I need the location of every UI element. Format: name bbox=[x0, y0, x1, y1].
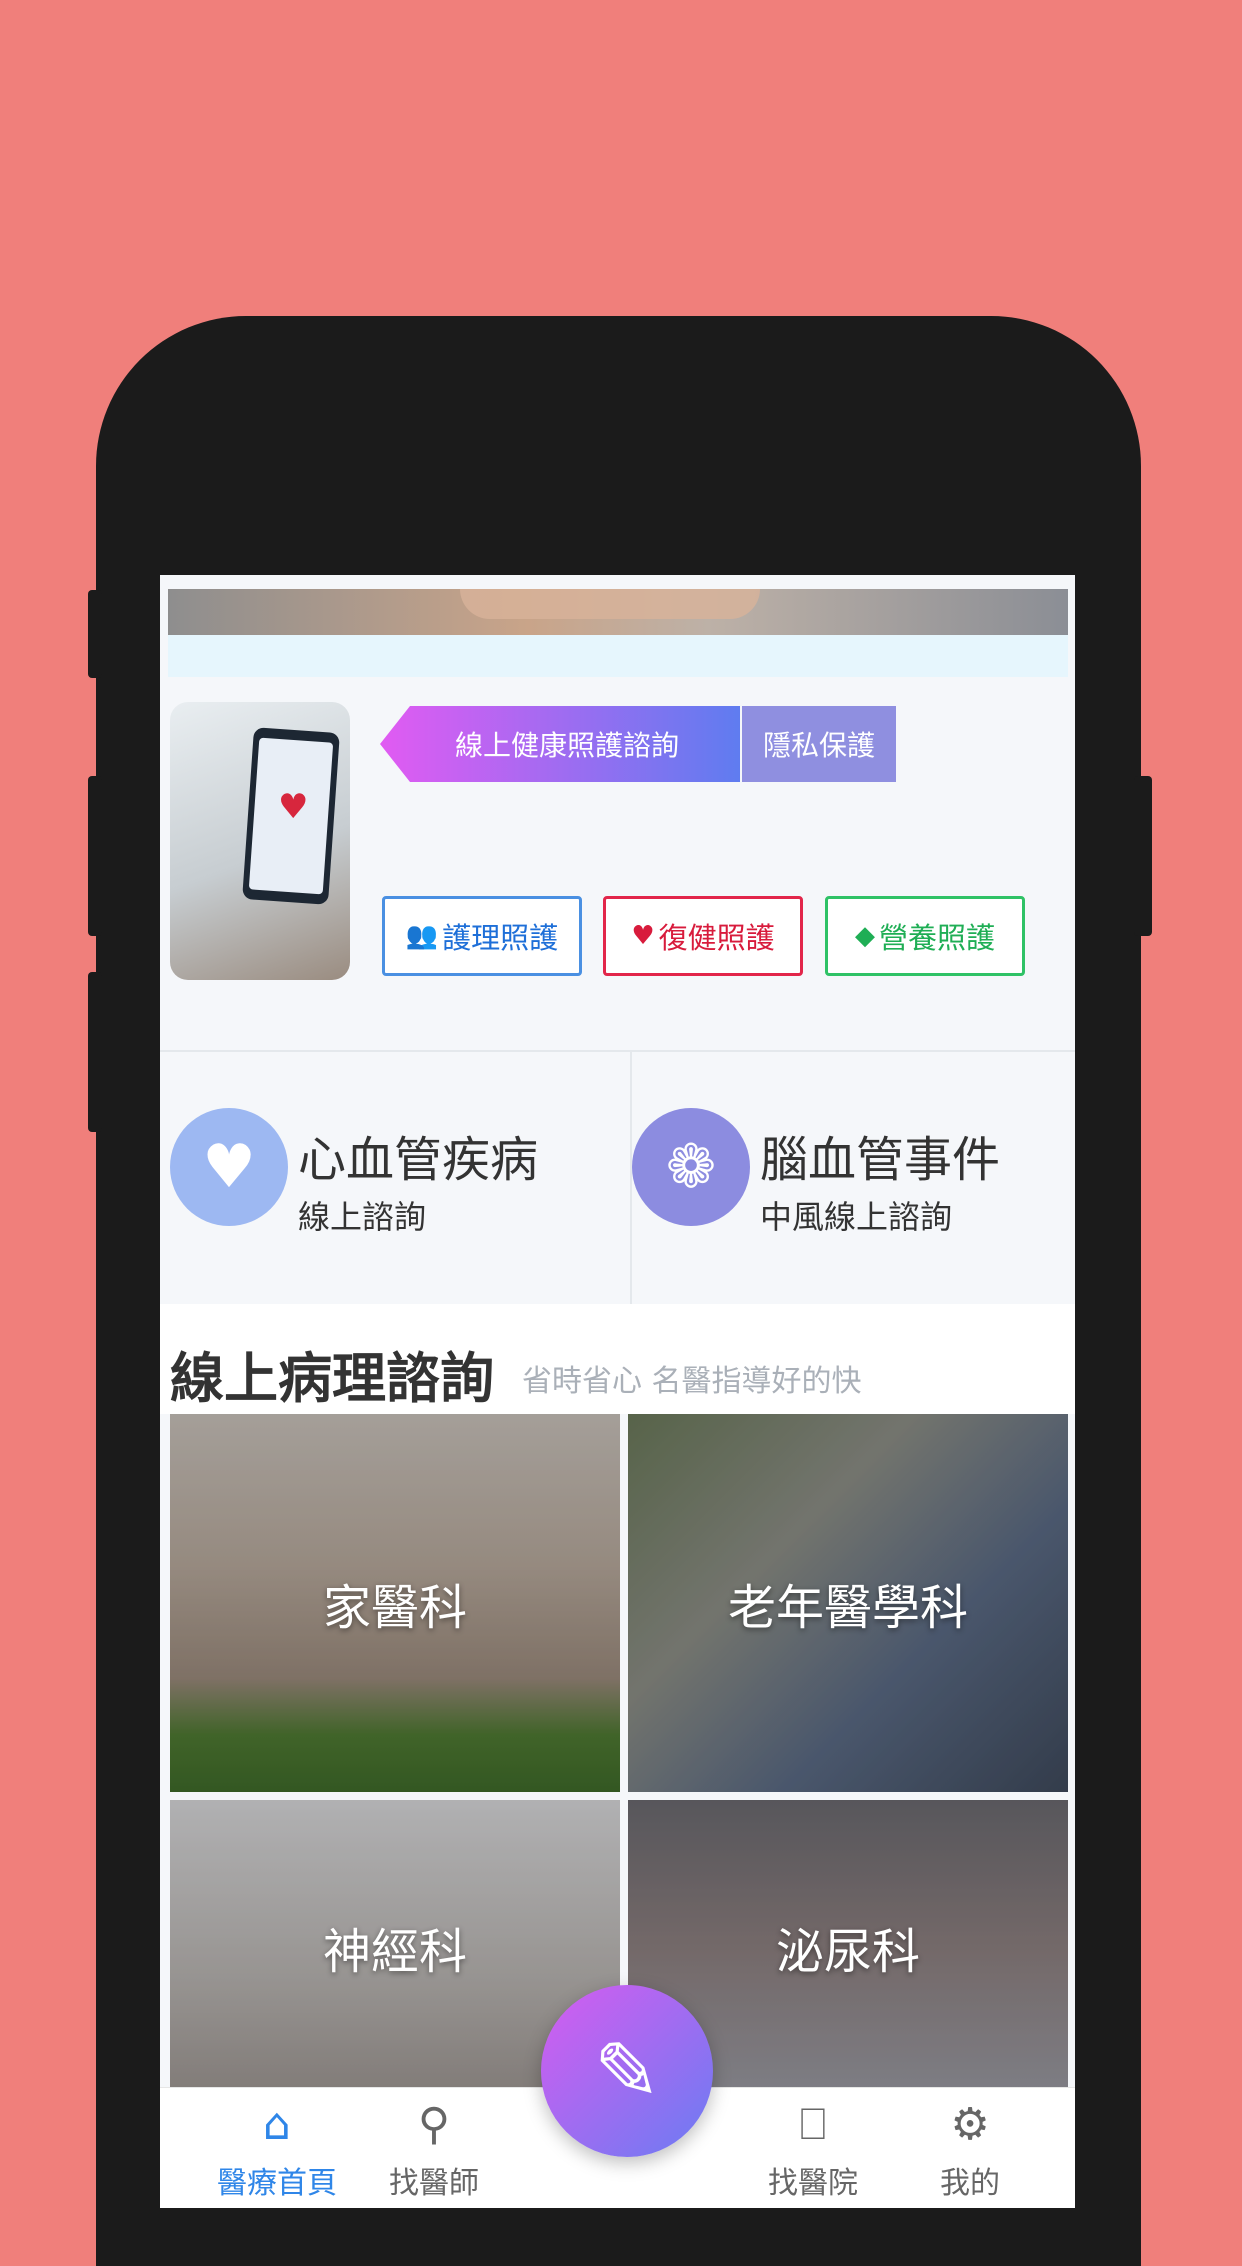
side-button-volume-down bbox=[88, 972, 102, 1132]
heart-icon: ♥ bbox=[278, 787, 309, 827]
feature-subtitle: 中風線上諮詢 bbox=[760, 1198, 953, 1236]
heart-icon: ♥ bbox=[631, 921, 655, 951]
feature-title: 腦血管事件 bbox=[760, 1132, 1001, 1188]
tag-label: 營養照護 bbox=[878, 921, 995, 955]
side-button-volume-up bbox=[88, 776, 102, 936]
nav-label: 我的 bbox=[940, 2166, 1000, 2201]
department-label: 家醫科 bbox=[322, 1580, 467, 1636]
tag-nutrition-care[interactable]: ◆ 營養照護 bbox=[825, 896, 1025, 976]
bookmark-icon: ⎕ bbox=[799, 2099, 827, 2150]
section-title: 線上病理諮詢 bbox=[170, 1347, 494, 1410]
department-tile-geriatrics[interactable]: 老年醫學科 bbox=[628, 1414, 1068, 1792]
tag-nursing-care[interactable]: 👥 護理照護 bbox=[382, 896, 582, 976]
online-care-ribbon[interactable]: 線上健康照護諮詢 bbox=[380, 706, 740, 782]
side-button-mute bbox=[88, 590, 102, 678]
department-tile-family-medicine[interactable]: 家醫科 bbox=[170, 1414, 620, 1792]
department-label: 泌尿科 bbox=[775, 1924, 920, 1980]
nav-item-find-hospital[interactable]: ⎕ 找醫院 bbox=[738, 2088, 888, 2208]
feature-subtitle: 線上諮詢 bbox=[298, 1198, 427, 1236]
search-icon: ⚲ bbox=[417, 2099, 451, 2150]
privacy-label: 隱私保護 bbox=[762, 729, 875, 762]
nav-item-home[interactable]: ⌂ 醫療首頁 bbox=[202, 2088, 352, 2208]
online-care-label: 線上健康照護諮詢 bbox=[454, 729, 679, 762]
nav-label: 醫療首頁 bbox=[217, 2166, 337, 2201]
side-button-power bbox=[1134, 776, 1152, 936]
privacy-badge[interactable]: 隱私保護 bbox=[742, 706, 896, 782]
nav-item-me[interactable]: ⚙ 我的 bbox=[895, 2088, 1045, 2208]
section-header: 線上病理諮詢 省時省心 名醫指導好的快 bbox=[160, 1304, 1075, 1414]
banner-divider bbox=[168, 635, 1068, 677]
feature-cerebrovascular[interactable]: ❁ 腦血管事件 中風線上諮詢 bbox=[632, 1052, 1075, 1304]
feature-cardiovascular[interactable]: ♥ 心血管疾病 線上諮詢 bbox=[160, 1052, 620, 1304]
gem-icon: ◆ bbox=[854, 921, 875, 951]
tag-rehab-care[interactable]: ♥ 復健照護 bbox=[603, 896, 803, 976]
department-label: 老年醫學科 bbox=[727, 1580, 968, 1636]
section-subtitle: 省時省心 名醫指導好的快 bbox=[522, 1364, 862, 1399]
flower-icon: ❁ bbox=[632, 1108, 750, 1226]
feature-title: 心血管疾病 bbox=[298, 1132, 539, 1188]
app-screen: ♥ 線上健康照護諮詢 隱私保護 👥 護理照護 ♥ 復健照護 ◆ 營養照護 ♥ 心… bbox=[160, 575, 1075, 2208]
heart-icon: ♥ bbox=[170, 1108, 288, 1226]
department-label: 神經科 bbox=[322, 1924, 467, 1980]
promo-thumbnail[interactable]: ♥ bbox=[170, 702, 350, 980]
tag-label: 護理照護 bbox=[442, 921, 559, 955]
nav-item-find-doctor[interactable]: ⚲ 找醫師 bbox=[359, 2088, 509, 2208]
settings-icon: ⚙ bbox=[950, 2099, 990, 2150]
home-icon: ⌂ bbox=[263, 2099, 291, 2150]
user-icon: 👥 bbox=[405, 921, 439, 951]
nav-label: 找醫師 bbox=[389, 2166, 479, 2201]
banner-hand-graphic bbox=[460, 589, 760, 619]
compose-fab[interactable]: ✎ bbox=[541, 1985, 713, 2157]
pencil-icon: ✎ bbox=[593, 2024, 661, 2118]
tag-label: 復健照護 bbox=[658, 921, 775, 955]
nav-label: 找醫院 bbox=[768, 2166, 858, 2201]
